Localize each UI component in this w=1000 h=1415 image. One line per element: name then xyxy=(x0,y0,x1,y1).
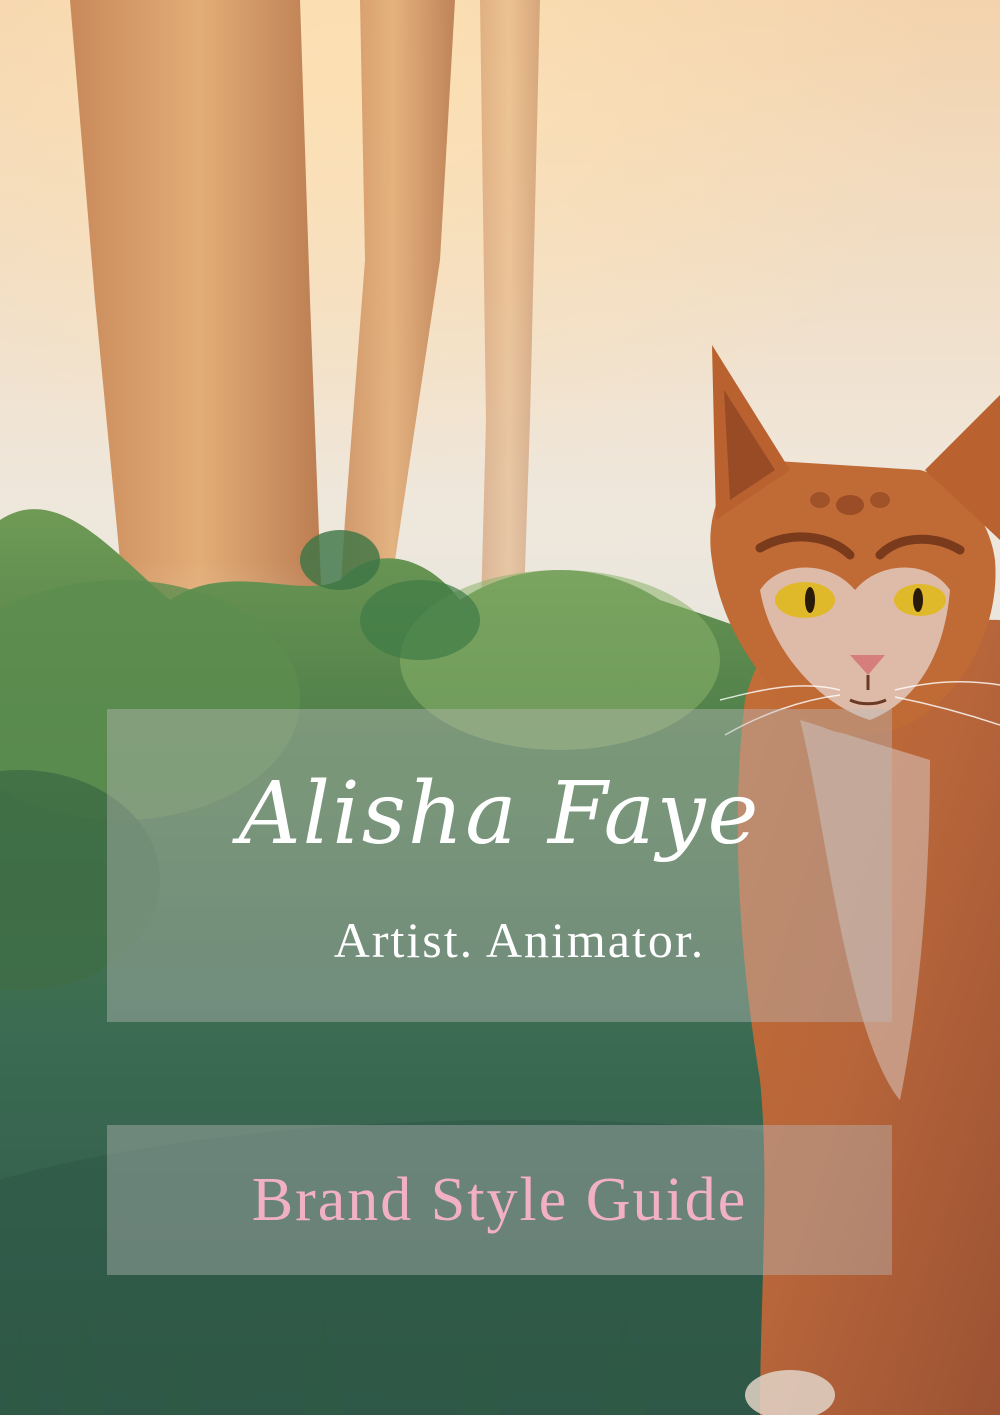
guide-title-panel: Brand Style Guide xyxy=(107,1125,892,1275)
artist-tagline: Artist. Animator. xyxy=(333,912,706,968)
style-guide-cover: Alisha Faye Artist. Animator. Brand Styl… xyxy=(0,0,1000,1415)
artist-name: Alisha Faye xyxy=(238,764,761,864)
name-panel: Alisha Faye Artist. Animator. xyxy=(107,709,892,1022)
guide-title: Brand Style Guide xyxy=(251,1166,748,1234)
